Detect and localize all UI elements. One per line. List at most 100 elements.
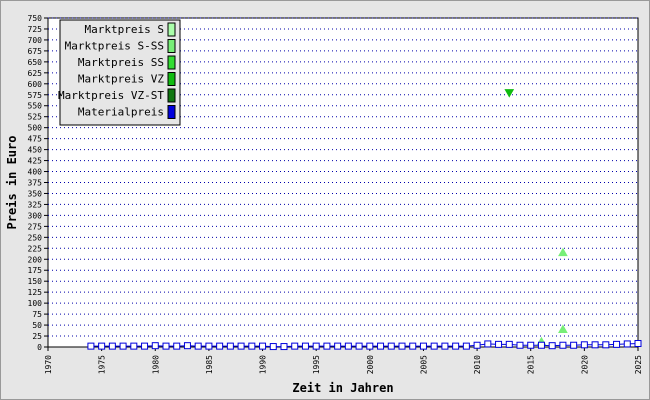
data-point — [344, 342, 352, 350]
data-point — [130, 342, 138, 350]
data-point — [484, 340, 492, 348]
legend-label: Marktpreis S-SS — [65, 40, 164, 53]
x-tick-label: 1990 — [259, 355, 268, 374]
y-tick-label: 275 — [28, 222, 43, 231]
legend-swatch — [167, 88, 176, 103]
legend-swatch — [167, 22, 176, 37]
y-tick-label: 525 — [28, 113, 43, 122]
x-tick-label: 2020 — [580, 355, 589, 374]
data-point — [216, 342, 224, 350]
y-tick-label: 450 — [28, 146, 43, 155]
data-point — [462, 342, 470, 350]
data-point — [591, 341, 599, 349]
y-tick-label: 600 — [28, 80, 43, 89]
data-point — [452, 342, 460, 350]
legend-swatch — [167, 39, 176, 53]
data-point — [441, 342, 449, 350]
data-point — [387, 342, 395, 350]
x-tick-label: 2015 — [527, 355, 536, 374]
data-point — [162, 342, 170, 350]
data-point — [602, 341, 610, 349]
y-tick-label: 300 — [28, 211, 43, 220]
data-point — [634, 339, 642, 347]
y-tick-label: 400 — [28, 168, 43, 177]
y-axis-ticks: 0 25 50 75 100 125 150 175 200 225 250 275 300 325 350… — [28, 14, 48, 352]
data-point — [613, 340, 621, 348]
data-point — [323, 342, 331, 350]
y-tick-label: 375 — [28, 179, 43, 188]
data-point — [141, 342, 149, 350]
data-point — [173, 342, 181, 350]
data-point — [301, 342, 309, 350]
y-tick-label: 625 — [28, 69, 43, 78]
x-axis-ticks: 1970 1975 1980 1985 1990 1995 2000 2005 2010 2015… — [44, 347, 643, 374]
y-tick-label: 175 — [28, 266, 43, 275]
data-point — [183, 342, 191, 350]
x-axis-title: Zeit in Jahren — [292, 381, 393, 395]
y-tick-label: 250 — [28, 233, 43, 242]
data-point — [237, 342, 245, 350]
data-point — [248, 342, 256, 350]
legend-label: Marktpreis S — [85, 23, 164, 36]
y-tick-label: 225 — [28, 244, 43, 253]
data-point — [548, 342, 556, 350]
x-tick-label: 2000 — [366, 355, 375, 374]
data-point — [355, 342, 363, 350]
data-point — [505, 340, 513, 348]
x-tick-label: 2025 — [634, 355, 643, 374]
y-tick-label: 50 — [32, 321, 42, 330]
y-tick-label: 650 — [28, 58, 43, 67]
legend-label: Marktpreis VZ-ST — [58, 89, 164, 102]
x-tick-label: 2010 — [473, 355, 482, 374]
data-point — [226, 342, 234, 350]
data-point — [398, 342, 406, 350]
legend-swatch — [167, 105, 176, 119]
data-point — [151, 342, 159, 350]
x-tick-label: 1975 — [98, 355, 107, 374]
data-point — [570, 341, 578, 349]
data-point — [194, 342, 202, 350]
y-tick-label: 675 — [28, 47, 43, 56]
data-point — [527, 341, 535, 349]
price-chart: 0 25 50 75 100 125 150 175 200 225 250 275 300 325 350… — [5, 14, 643, 395]
data-point — [280, 343, 288, 351]
y-tick-label: 0 — [37, 343, 42, 352]
data-point — [312, 342, 320, 350]
x-tick-label: 1985 — [205, 355, 214, 374]
data-point — [259, 342, 267, 350]
data-point — [559, 341, 567, 349]
y-tick-label: 550 — [28, 102, 43, 111]
y-tick-label: 425 — [28, 157, 43, 166]
legend-label: Marktpreis VZ — [78, 73, 164, 86]
y-tick-label: 125 — [28, 288, 43, 297]
y-tick-label: 75 — [32, 310, 42, 319]
legend: Marktpreis S Marktpreis S-SS Marktpreis SS… — [58, 19, 181, 126]
data-point — [269, 343, 277, 351]
data-point — [495, 340, 503, 348]
y-tick-label: 100 — [28, 299, 43, 308]
y-tick-label: 25 — [32, 332, 42, 341]
x-tick-label: 1980 — [151, 355, 160, 374]
y-tick-label: 475 — [28, 135, 43, 144]
data-point — [430, 342, 438, 350]
data-point — [87, 342, 95, 350]
data-point — [366, 342, 374, 350]
legend-swatch — [167, 72, 176, 86]
x-tick-label: 1970 — [44, 355, 53, 374]
legend-label: Materialpreis — [78, 106, 164, 119]
y-tick-label: 200 — [28, 255, 43, 264]
data-point — [623, 340, 631, 348]
data-point — [291, 342, 299, 350]
data-point — [516, 341, 524, 349]
data-point — [334, 342, 342, 350]
data-point — [537, 341, 545, 349]
y-tick-label: 700 — [28, 36, 43, 45]
y-tick-label: 725 — [28, 25, 43, 34]
y-tick-label: 750 — [28, 14, 43, 23]
data-point — [409, 342, 417, 350]
y-tick-label: 575 — [28, 91, 43, 100]
legend-swatch — [167, 55, 176, 70]
x-tick-label: 2005 — [419, 355, 428, 374]
y-tick-label: 500 — [28, 124, 43, 133]
data-point — [580, 341, 588, 349]
